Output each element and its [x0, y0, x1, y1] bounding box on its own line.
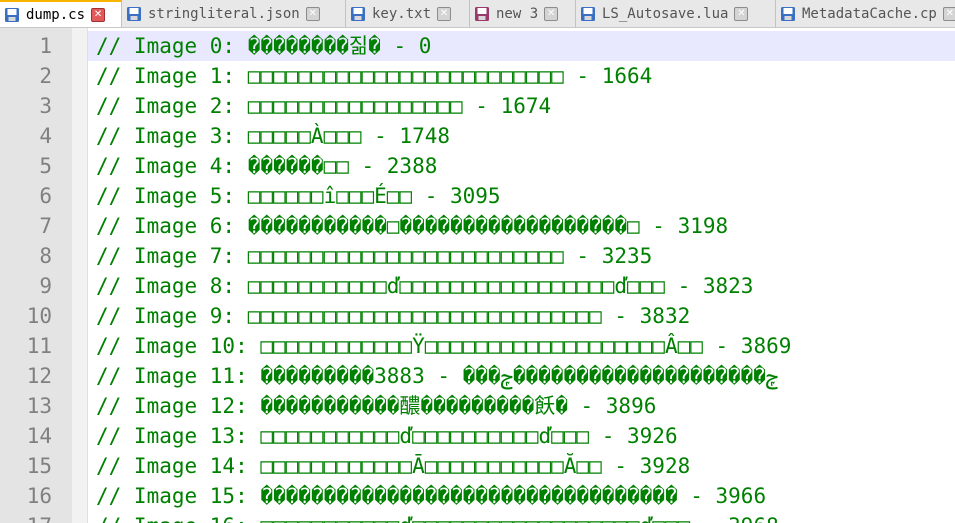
floppy-disk-icon — [5, 8, 19, 22]
line-number: 16 — [26, 484, 52, 508]
editor[interactable]: 1 // Image 0: ��������짊� - 0 2 // Image 1: … — [0, 28, 955, 523]
code-text[interactable]: // Image 4: ������□□ - 2388 — [96, 151, 437, 181]
floppy-disk-icon — [581, 6, 595, 21]
line-number: 7 — [39, 214, 52, 238]
line-number: 6 — [39, 184, 52, 208]
tab-1[interactable]: stringliteral.json ✕ — [122, 0, 346, 27]
code-text[interactable]: // Image 0: ��������짊� - 0 — [96, 31, 431, 61]
tab-bar: dump.cs ✕ stringliteral.json ✕ key.txt ✕ new 3… — [0, 0, 955, 28]
tab-3[interactable]: new 3 ✕ — [470, 0, 576, 27]
line-number: 5 — [39, 154, 52, 178]
code-line[interactable]: 15 // Image 14: □□□□□□□□□□□□Ā□□□□□□□□□□□Ă… — [0, 451, 955, 481]
line-number: 10 — [26, 304, 52, 328]
close-tab-button[interactable]: ✕ — [544, 6, 559, 21]
code-line[interactable]: 11 // Image 10: □□□□□□□□□□□□Ÿ□□□□□□□□□□□□… — [0, 331, 955, 361]
code-line[interactable]: 12 // Image 11: ���������3883 - ���ݼ�����… — [0, 361, 955, 391]
code-text[interactable]: // Image 11: ���������3883 - ���ݼ�������… — [96, 361, 778, 391]
tab-label: LS_Autosave.lua — [602, 5, 729, 22]
code-line[interactable]: 17 // Image 16: □□□□□□□□□□□ď□□□□□□□□□□□□□… — [0, 511, 955, 523]
line-number: 14 — [26, 424, 52, 448]
code-text[interactable]: // Image 3: □□□□□À□□□ - 1748 — [96, 121, 450, 151]
line-number: 8 — [39, 244, 52, 268]
tab-2[interactable]: key.txt ✕ — [346, 0, 470, 27]
tab-label: key.txt — [372, 5, 432, 22]
close-tab-button[interactable]: ✕ — [91, 8, 106, 22]
code-text[interactable]: // Image 12: �����������醲���������飫� - 3… — [96, 391, 656, 421]
line-number: 11 — [26, 334, 52, 358]
close-tab-button[interactable]: ✕ — [437, 6, 452, 21]
code-line[interactable]: 10 // Image 9: □□□□□□□□□□□□□□□□□□□□□□□□□□… — [0, 301, 955, 331]
code-lines[interactable]: 1 // Image 0: ��������짊� - 0 2 // Image 1: … — [0, 31, 955, 523]
code-line[interactable]: 13 // Image 12: �����������醲���������飫� -… — [0, 391, 955, 421]
line-number: 12 — [26, 364, 52, 388]
code-text[interactable]: // Image 16: □□□□□□□□□□□ď□□□□□□□□□□□□□□□… — [96, 511, 779, 523]
line-number: 17 — [0, 511, 52, 523]
code-text[interactable]: // Image 15: ���������������������������… — [96, 481, 766, 511]
code-line[interactable]: 6 // Image 5: □□□□□□î□□□É□□ - 3095 — [0, 181, 955, 211]
line-number: 13 — [26, 394, 52, 418]
tab-label: new 3 — [496, 5, 539, 22]
tab-label: MetadataCache.cp — [802, 5, 937, 22]
line-number: 1 — [39, 34, 52, 58]
line-number: 4 — [39, 124, 52, 148]
code-line[interactable]: 1 // Image 0: ��������짊� - 0 — [0, 31, 955, 61]
close-tab-button[interactable]: ✕ — [305, 6, 320, 21]
close-tab-button[interactable]: ✕ — [734, 6, 749, 21]
code-line[interactable]: 8 // Image 7: □□□□□□□□□□□□□□□□□□□□□□□□□ -… — [0, 241, 955, 271]
code-line[interactable]: 3 // Image 2: □□□□□□□□□□□□□□□□□ - 1674 — [0, 91, 955, 121]
line-number: 3 — [39, 94, 52, 118]
line-number: 15 — [26, 454, 52, 478]
code-line[interactable]: 5 // Image 4: ������□□ - 2388 — [0, 151, 955, 181]
code-line[interactable]: 7 // Image 6: �����������□���������������… — [0, 211, 955, 241]
code-line[interactable]: 4 // Image 3: □□□□□À□□□ - 1748 — [0, 121, 955, 151]
line-number: 2 — [39, 64, 52, 88]
code-text[interactable]: // Image 7: □□□□□□□□□□□□□□□□□□□□□□□□□ - … — [96, 241, 652, 271]
code-text[interactable]: // Image 1: □□□□□□□□□□□□□□□□□□□□□□□□□ - … — [96, 61, 652, 91]
tab-5[interactable]: MetadataCache.cp ✕ — [776, 0, 955, 27]
code-text[interactable]: // Image 5: □□□□□□î□□□É□□ - 3095 — [96, 181, 501, 211]
tab-4[interactable]: LS_Autosave.lua ✕ — [576, 0, 776, 27]
code-line[interactable]: 9 // Image 8: □□□□□□□□□□□ď□□□□□□□□□□□□□□□… — [0, 271, 955, 301]
floppy-disk-icon — [351, 6, 365, 21]
floppy-disk-icon — [781, 6, 795, 21]
code-text[interactable]: // Image 8: □□□□□□□□□□□ď□□□□□□□□□□□□□□□□… — [96, 271, 753, 301]
floppy-disk-icon — [127, 6, 141, 21]
code-text[interactable]: // Image 2: □□□□□□□□□□□□□□□□□ - 1674 — [96, 91, 551, 121]
code-text[interactable]: // Image 6: �����������□����������������… — [96, 211, 728, 241]
close-tab-button[interactable]: ✕ — [942, 6, 955, 21]
tab-label: dump.cs — [26, 7, 86, 23]
code-line[interactable]: 2 // Image 1: □□□□□□□□□□□□□□□□□□□□□□□□□ -… — [0, 61, 955, 91]
code-text[interactable]: // Image 10: □□□□□□□□□□□□Ÿ□□□□□□□□□□□□□□… — [96, 331, 791, 361]
tab-label: stringliteral.json — [148, 5, 300, 22]
line-number: 9 — [39, 274, 52, 298]
floppy-disk-icon — [475, 6, 489, 21]
tab-0[interactable]: dump.cs ✕ — [0, 0, 122, 27]
code-text[interactable]: // Image 14: □□□□□□□□□□□□Ā□□□□□□□□□□□Ă□□… — [96, 451, 690, 481]
code-text[interactable]: // Image 9: □□□□□□□□□□□□□□□□□□□□□□□□□□□□… — [96, 301, 690, 331]
code-line[interactable]: 14 // Image 13: □□□□□□□□□□□ď□□□□□□□□□□ď□□… — [0, 421, 955, 451]
code-line[interactable]: 16 // Image 15: �������������������������… — [0, 481, 955, 511]
code-text[interactable]: // Image 13: □□□□□□□□□□□ď□□□□□□□□□□ď□□□ … — [96, 421, 678, 451]
